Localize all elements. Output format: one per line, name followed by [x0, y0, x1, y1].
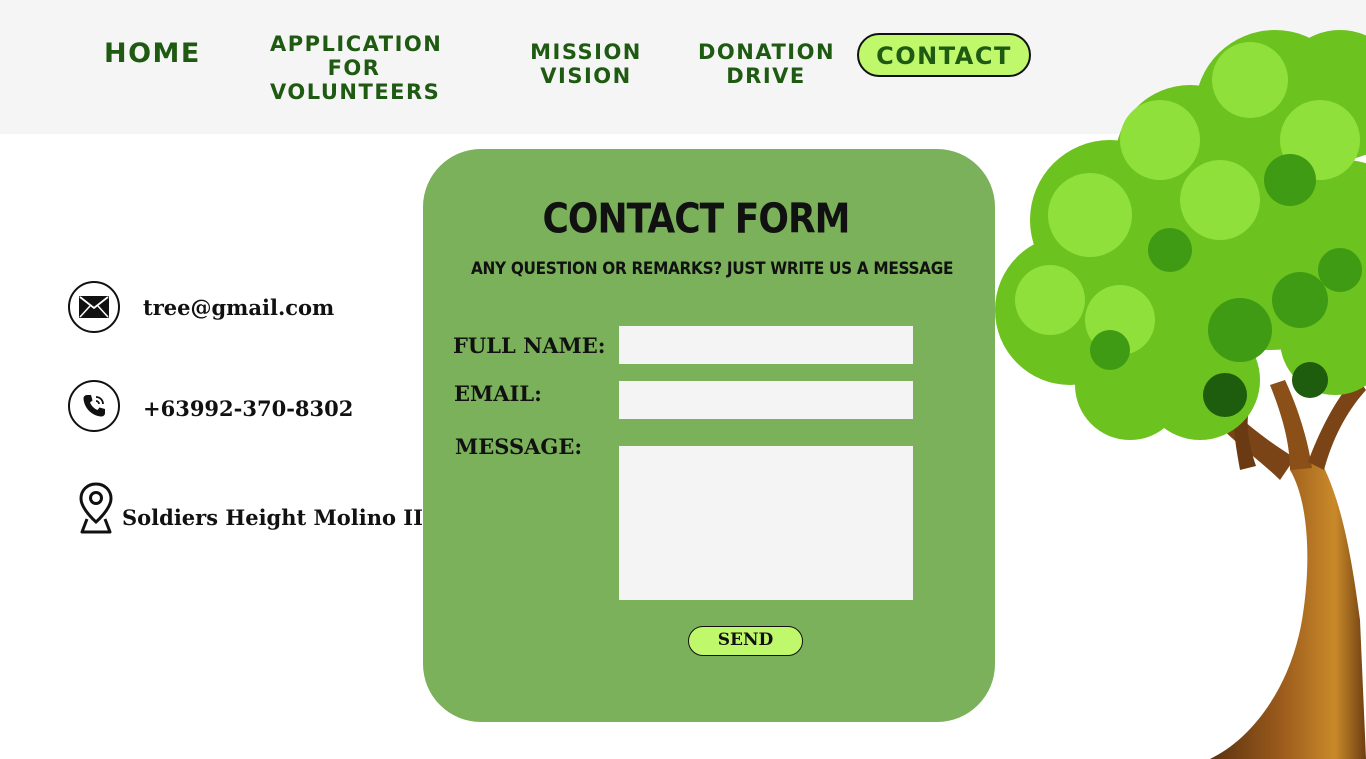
message-label: MESSAGE: [455, 434, 583, 459]
location-pin-icon [78, 482, 114, 534]
form-title: CONTACT FORM [542, 195, 850, 244]
contact-form-card: CONTACT FORM ANY QUESTION OR REMARKS? JU… [423, 149, 995, 722]
nav-donation-drive-link[interactable]: DONATION DRIVE [698, 40, 834, 88]
full-name-field[interactable] [619, 326, 913, 364]
nav-mission-vision-link[interactable]: MISSION VISION [530, 40, 642, 88]
contact-phone-text: +63992-370-8302 [143, 396, 354, 421]
envelope-icon [68, 281, 120, 333]
phone-icon [68, 380, 120, 432]
contact-address-text: Soldiers Height Molino III [122, 505, 433, 530]
nav-application-link[interactable]: APPLICATION FOR VOLUNTEERS [270, 32, 441, 104]
message-textarea[interactable] [619, 446, 913, 600]
email-field[interactable] [619, 381, 913, 419]
form-subtitle: ANY QUESTION OR REMARKS? JUST WRITE US A… [471, 259, 954, 279]
full-name-label: FULL NAME: [453, 333, 606, 358]
email-label: EMAIL: [454, 381, 542, 406]
tree-illustration [995, 30, 1366, 759]
nav-home-link[interactable]: HOME [104, 40, 201, 67]
contact-email-text: tree@gmail.com [143, 295, 335, 320]
send-button[interactable]: SEND [688, 626, 803, 656]
